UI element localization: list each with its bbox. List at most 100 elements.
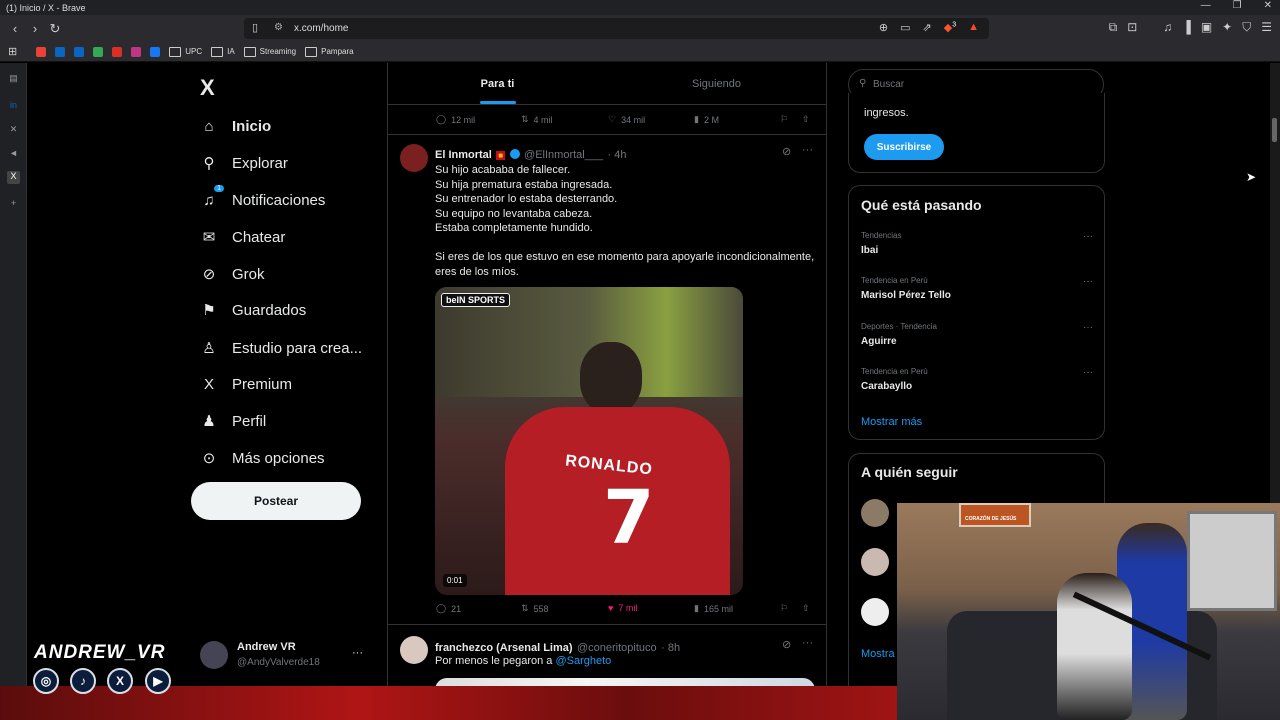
bookmark-folder-streaming[interactable]: Streaming xyxy=(244,47,296,57)
grok-explain-icon[interactable]: ⊘ xyxy=(782,638,791,651)
reply-button[interactable]: ◯ 12 mil xyxy=(436,114,475,125)
reply-button[interactable]: ◯ 21 xyxy=(436,603,461,614)
gmail-icon[interactable] xyxy=(36,46,47,57)
address-bar[interactable]: ▯ ⚙ x.com/home ⊕ ▭ ⇗ ◆3 ▲ xyxy=(244,18,989,39)
extension-bookmark-icon[interactable] xyxy=(93,46,104,57)
bookmark-tweet-icon[interactable]: ⚐ xyxy=(780,114,788,125)
views-button[interactable]: ▮ 2 M xyxy=(694,114,719,125)
trend-item[interactable]: Tendencias Ibai ··· xyxy=(861,231,1093,256)
follow-show-more-link[interactable]: Mostra xyxy=(861,648,895,660)
trend-item[interactable]: Tendencia en Perú Carabayllo ··· xyxy=(861,367,1093,392)
views-button[interactable]: ▮ 165 mil xyxy=(694,603,733,614)
repost-button[interactable]: ⇅ 558 xyxy=(521,603,549,614)
reading-list-icon[interactable]: ▤ xyxy=(7,73,20,86)
facebook-bookmark-icon[interactable] xyxy=(150,46,161,57)
linkedin-sidebar-icon[interactable]: in xyxy=(7,100,20,113)
more-icon[interactable]: ··· xyxy=(1083,231,1093,242)
post-button[interactable]: Postear xyxy=(191,482,361,520)
minimize-icon[interactable]: — xyxy=(1201,0,1211,11)
zoom-icon[interactable]: ⊕ xyxy=(879,21,888,34)
more-icon[interactable]: ··· xyxy=(802,637,813,649)
tweet[interactable]: El Inmortal ■ @ElInmortal___ · 4h ⊘ ··· … xyxy=(388,135,826,625)
more-icon[interactable]: ··· xyxy=(1083,322,1093,333)
nav-item-inicio[interactable]: ⌂ Inicio xyxy=(200,114,271,138)
menu-icon[interactable]: ☰ xyxy=(1261,20,1272,35)
bookmark-folder-pampara[interactable]: Pampara xyxy=(305,47,353,57)
mention-link[interactable]: @Sargheto xyxy=(555,655,611,667)
subscribe-button[interactable]: Suscribirse xyxy=(864,134,944,160)
more-icon[interactable]: ··· xyxy=(802,144,813,156)
nav-item-guardados[interactable]: ⚑ Guardados xyxy=(200,298,306,322)
more-icon[interactable]: ··· xyxy=(1083,276,1093,287)
x-logo[interactable]: X xyxy=(200,75,215,101)
bookmark-page-icon[interactable]: ▯ xyxy=(252,21,258,34)
nav-item-chatear[interactable]: ✉ Chatear xyxy=(200,225,286,249)
author-handle[interactable]: @coneritopituco xyxy=(577,642,657,654)
share-icon[interactable]: ⇗ xyxy=(923,21,932,34)
avatar[interactable] xyxy=(861,548,889,576)
repost-button[interactable]: ⇅ 4 mil xyxy=(521,114,553,125)
apps-icon[interactable]: ⊞ xyxy=(8,45,17,58)
avatar[interactable] xyxy=(861,598,889,626)
audio-sidebar-icon[interactable]: ◄ xyxy=(7,148,20,161)
brave-shields-icon[interactable]: ◆3 xyxy=(944,21,956,34)
mute-sidebar-icon[interactable]: ✕ xyxy=(7,124,20,137)
vpn-icon[interactable]: ⛉ xyxy=(1242,20,1251,35)
grok-explain-icon[interactable]: ⊘ xyxy=(782,145,791,158)
extensions-icon[interactable]: ⧉ xyxy=(1109,20,1118,35)
show-more-link[interactable]: Mostrar más xyxy=(861,416,922,428)
wallet-icon[interactable]: ▣ xyxy=(1201,20,1212,35)
nav-item-premium[interactable]: X Premium xyxy=(200,372,292,396)
back-icon[interactable]: ‹ xyxy=(5,21,25,36)
more-icon[interactable]: ··· xyxy=(1083,367,1093,378)
outlook-icon[interactable] xyxy=(55,46,66,57)
tab-siguiendo[interactable]: Siguiendo xyxy=(607,63,826,104)
share-tweet-icon[interactable]: ⇧ xyxy=(802,114,810,125)
bookmark-folder-ia[interactable]: IA xyxy=(211,47,235,57)
author-handle[interactable]: @ElInmortal___ xyxy=(524,149,603,161)
bookmark-folder-upc[interactable]: UPC xyxy=(169,47,202,57)
nav-item-notificaciones[interactable]: ♫ 1 Notificaciones xyxy=(200,185,326,212)
trend-item[interactable]: Tendencia en Perú Marisol Pérez Tello ··… xyxy=(861,276,1093,301)
tweet-time[interactable]: · 8h xyxy=(661,642,680,654)
like-button[interactable]: ♥ 7 mil xyxy=(608,603,637,613)
cast-icon[interactable]: ▭ xyxy=(900,21,910,34)
share-tweet-icon[interactable]: ⇧ xyxy=(802,603,810,614)
avatar[interactable] xyxy=(400,144,428,172)
author-name[interactable]: franchezco (Arsenal Lima) xyxy=(435,642,573,654)
add-sidebar-icon[interactable]: + xyxy=(7,198,20,211)
close-icon[interactable]: ✕ xyxy=(1264,0,1272,11)
account-switcher[interactable]: Andrew VR @AndyValverde18 ··· xyxy=(200,641,375,673)
like-button[interactable]: ♡ 34 mil xyxy=(608,114,645,125)
x-sidebar-icon[interactable]: X xyxy=(7,171,20,184)
media-icon[interactable]: ♫ xyxy=(1163,20,1172,35)
screenshot-icon[interactable]: ⊡ xyxy=(1127,20,1137,35)
scroll-thumb[interactable] xyxy=(1272,118,1277,142)
tweet-video[interactable]: RONALDO 7 beIN SPORTS 0:01 xyxy=(435,287,743,595)
red-bookmark-icon[interactable] xyxy=(112,46,123,57)
avatar[interactable] xyxy=(861,499,889,527)
view-count: 2 M xyxy=(703,114,719,125)
author-name[interactable]: El Inmortal xyxy=(435,149,492,161)
forward-icon[interactable]: › xyxy=(25,21,45,36)
nav-item-perfil[interactable]: ♟ Perfil xyxy=(200,409,266,433)
sidebar-toggle-icon[interactable]: ▐ xyxy=(1182,20,1191,35)
linkedin-icon[interactable] xyxy=(74,46,85,57)
bookmark-tweet-icon[interactable]: ⚐ xyxy=(780,603,788,614)
tweet-time[interactable]: · 4h xyxy=(608,149,627,161)
nav-item-estudio[interactable]: ♙ Estudio para crea... xyxy=(200,336,362,360)
tab-para-ti[interactable]: Para ti xyxy=(388,63,607,104)
brave-rewards-icon[interactable]: ▲ xyxy=(968,21,979,34)
instagram-bookmark-icon[interactable] xyxy=(131,46,142,57)
reload-icon[interactable]: ↻ xyxy=(45,21,65,37)
leo-icon[interactable]: ✦ xyxy=(1222,20,1232,35)
site-info-icon[interactable]: ⚙ xyxy=(274,22,283,33)
trend-item[interactable]: Deportes · Tendencia Aguirre ··· xyxy=(861,322,1093,347)
nav-item-explorar[interactable]: ⚲ Explorar xyxy=(200,151,288,175)
nav-item-grok[interactable]: ⊘ Grok xyxy=(200,262,265,286)
nav-label: Notificaciones xyxy=(232,191,326,209)
avatar[interactable] xyxy=(400,636,428,664)
more-icon[interactable]: ··· xyxy=(352,647,363,659)
restore-icon[interactable]: ❐ xyxy=(1233,0,1242,11)
nav-item-mas-opciones[interactable]: ⊙ Más opciones xyxy=(200,446,325,470)
